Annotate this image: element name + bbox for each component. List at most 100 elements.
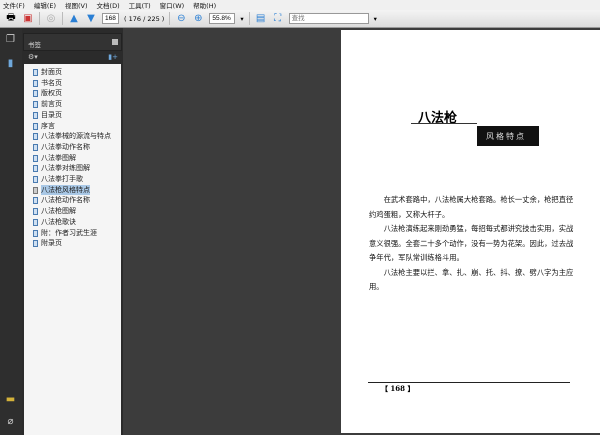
bookmark-item[interactable]: 目录页 xyxy=(24,110,121,121)
bookmark-item[interactable]: 封面页 xyxy=(24,67,121,78)
fit-window-icon[interactable]: ⛶ xyxy=(272,13,284,25)
navigation-rail: ❐ ▮ ▬ ⌀ xyxy=(0,28,22,435)
bookmark-icon xyxy=(33,197,38,205)
bookmark-item[interactable]: 八法拳械的源流与特点 xyxy=(24,131,121,142)
menu-window[interactable]: 窗口(W) xyxy=(160,0,185,10)
create-pdf-icon[interactable]: ▣ xyxy=(22,13,34,25)
zoom-out-icon[interactable]: ⊖ xyxy=(175,13,187,25)
bookmark-item[interactable]: 八法拳对练图解 xyxy=(24,163,121,174)
footer-rule xyxy=(368,382,570,383)
pages-icon[interactable]: ❐ xyxy=(4,34,17,47)
panel-header: 书签 xyxy=(23,33,122,51)
bookmark-item[interactable]: 版权页 xyxy=(24,88,121,99)
menu-view[interactable]: 视图(V) xyxy=(65,0,88,10)
collaborate-icon[interactable]: ◎ xyxy=(45,13,57,25)
bookmark-label: 八法拳图解 xyxy=(41,153,76,162)
separator xyxy=(248,12,250,25)
bookmark-label: 书名页 xyxy=(41,78,62,87)
print-icon[interactable]: 🖶 xyxy=(5,12,17,25)
bookmark-label: 附：作者习武生涯 xyxy=(41,228,97,237)
bookmark-icon xyxy=(33,79,38,87)
find-dropdown-icon[interactable]: ▾ xyxy=(374,15,377,23)
scroll-mode-icon[interactable]: ▤ xyxy=(255,13,267,25)
separator xyxy=(62,12,63,25)
bookmark-item[interactable]: 附录页 xyxy=(24,238,121,249)
paragraph: 八法枪主要以拦、拿、扎、崩、托、抖、撩、劈八字为主应用。 xyxy=(369,267,574,292)
comments-icon[interactable]: ▬ xyxy=(4,394,17,407)
bookmark-label: 封面页 xyxy=(41,68,62,76)
bookmark-label: 八法拳械的源流与特点 xyxy=(41,132,111,141)
page-number-input[interactable] xyxy=(102,13,119,24)
zoom-input[interactable] xyxy=(209,13,236,24)
new-bookmark-icon[interactable]: ▮+ xyxy=(108,53,118,61)
bookmark-icon xyxy=(33,218,38,226)
menu-file[interactable]: 文件(F) xyxy=(3,0,25,10)
bookmark-item[interactable]: 前言页 xyxy=(24,99,121,110)
menu-bar: 文件(F) 编辑(E) 视图(V) 文档(D) 工具(T) 窗口(W) 帮助(H… xyxy=(0,0,600,10)
bookmark-icon xyxy=(33,101,38,109)
bookmark-list: 封面页书名页版权页前言页 目录页序言八法拳械的源流与特点 八法拳动作名称 八法拳图解八… xyxy=(24,64,121,435)
bookmark-item[interactable]: 八法枪图解 xyxy=(24,206,121,217)
separator xyxy=(169,12,171,25)
menu-tools[interactable]: 工具(T) xyxy=(129,0,151,10)
bookmark-icon xyxy=(33,240,38,248)
zoom-in-icon[interactable]: ⊕ xyxy=(192,13,204,25)
page-body: 在武术套路中，八法枪属大枪套路。枪长一丈余，枪把直径约鸡蛋粗，又称大杆子。 八法… xyxy=(369,193,575,295)
next-page-icon[interactable]: ▼ xyxy=(85,13,97,25)
bookmark-item[interactable]: 书名页 xyxy=(24,78,121,89)
bookmark-label: 序言 xyxy=(41,121,55,130)
bookmark-icon xyxy=(33,186,38,194)
title-rule xyxy=(411,123,477,124)
previous-page-icon[interactable]: ▲ xyxy=(68,13,80,25)
bookmark-icon xyxy=(33,133,38,141)
paragraph: 在武术套路中，八法枪属大枪套路。枪长一丈余，枪把直径约鸡蛋粗，又称大杆子。 xyxy=(369,195,574,219)
bookmark-icon xyxy=(33,176,38,184)
bookmark-item[interactable]: 八法拳打手歌 xyxy=(24,174,121,185)
bookmark-label: 八法枪风格特点 xyxy=(41,184,90,196)
bookmark-label: 八法拳对练图解 xyxy=(41,164,90,173)
bookmark-item[interactable]: 序言 xyxy=(24,121,121,132)
page-count: ( 176 / 225 ) xyxy=(124,14,165,23)
toolbar: 🖶 ▣ ◎ ▲ ▼ ( 176 / 225 ) ⊖ ⊕ ▾ ▤ ⛶ ▾ xyxy=(0,10,600,28)
bookmark-icon xyxy=(33,154,38,162)
bookmarks-panel: 书签 ⚙▾ ▮+ 封面页书名页版权页前言页 目录页序言八法拳械的源流与特点 八法拳动… xyxy=(22,28,123,435)
bookmark-item[interactable]: 八法拳动作名称 xyxy=(24,142,121,153)
attachments-icon[interactable]: ⌀ xyxy=(4,416,17,429)
bookmark-label: 版权页 xyxy=(41,89,62,98)
bookmark-label: 八法枪歌诀 xyxy=(41,217,76,226)
bookmark-item[interactable]: 八法枪风格特点 xyxy=(24,184,121,196)
document-area: 八法枪 风格特点 在武术套路中，八法枪属大枪套路。枪长一丈余，枪把直径约鸡蛋粗，… xyxy=(123,28,600,435)
bookmark-icon xyxy=(33,90,38,98)
bookmark-label: 目录页 xyxy=(41,110,62,119)
bookmark-label: 前言页 xyxy=(41,100,62,109)
paragraph: 八法枪演练起来刚劲勇猛，每招每式都讲究技击实用，实战意义很强。全套二十多个动作，… xyxy=(369,224,574,262)
zoom-dropdown-icon[interactable]: ▾ xyxy=(240,15,243,23)
bookmark-item[interactable]: 附：作者习武生涯 xyxy=(24,228,121,239)
bookmark-label: 八法枪图解 xyxy=(41,207,76,216)
bookmark-icon xyxy=(33,122,38,130)
bookmark-item[interactable]: 八法拳图解 xyxy=(24,153,121,164)
bookmarks-icon[interactable]: ▮ xyxy=(4,58,17,71)
bookmark-label: 八法枪动作名称 xyxy=(41,196,90,205)
separator xyxy=(39,12,40,25)
bookmark-item[interactable]: 八法枪动作名称 xyxy=(24,195,121,206)
bookmark-icon xyxy=(33,143,38,151)
bookmark-icon xyxy=(33,69,38,76)
panel-toolbar: ⚙▾ ▮+ xyxy=(23,53,122,63)
menu-document[interactable]: 文档(D) xyxy=(97,0,120,10)
bookmark-label: 八法拳打手歌 xyxy=(41,175,83,184)
pdf-page: 八法枪 风格特点 在武术套路中，八法枪属大枪套路。枪长一丈余，枪把直径约鸡蛋粗，… xyxy=(341,30,600,433)
bookmark-icon xyxy=(33,229,38,237)
panel-options-icon[interactable] xyxy=(112,39,118,45)
page-number: 【 168 】 xyxy=(381,384,415,393)
find-input[interactable] xyxy=(288,13,369,24)
menu-edit[interactable]: 编辑(E) xyxy=(34,0,56,10)
bookmark-item[interactable]: 八法枪歌诀 xyxy=(24,217,121,228)
bookmark-label: 附录页 xyxy=(41,239,62,248)
panel-title: 书签 xyxy=(28,41,41,49)
options-gear-icon[interactable]: ⚙▾ xyxy=(28,53,38,61)
bookmark-icon xyxy=(33,111,38,119)
menu-help[interactable]: 帮助(H) xyxy=(193,0,216,10)
bookmark-icon xyxy=(33,165,38,173)
bookmark-icon xyxy=(33,208,38,216)
